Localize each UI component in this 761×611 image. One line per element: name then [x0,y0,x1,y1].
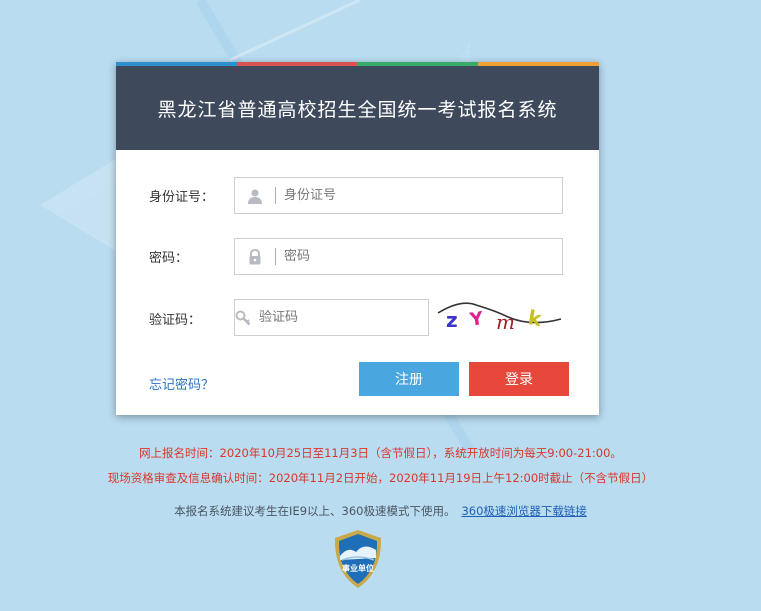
captcha-char: k [526,305,544,331]
captcha-label: 验证码： [149,313,202,328]
id-number-label: 身份证号： [149,190,215,205]
password-label: 密码： [149,251,189,266]
key-icon [235,299,251,336]
browser-tip: 本报名系统建议考生在IE9以上、360极速模式下使用。 360极速浏览器下载链接 [0,503,761,519]
user-icon [235,177,275,214]
captcha-char: z [446,308,458,332]
password-input[interactable] [276,240,562,273]
captcha-char: m [496,310,515,333]
id-number-field[interactable] [234,177,563,214]
captcha-input[interactable] [251,301,431,334]
password-field[interactable] [234,238,563,275]
forgot-password-link[interactable]: 忘记密码？ [149,374,214,393]
review-time-notice: 现场资格审查及信息确认时间：2020年11月2日开始，2020年11月19日上午… [107,471,654,485]
captcha-field[interactable] [234,299,431,336]
public-institution-badge-icon [334,530,382,588]
registration-time-notice: 网上报名时间：2020年10月25日至11月3日（含节假日），系统开放时间为每天… [139,446,622,460]
id-number-input[interactable] [276,179,562,212]
browser-tip-text: 本报名系统建议考生在IE9以上、360极速模式下使用。 [174,504,456,518]
page-title: 黑龙江省普通高校招生全国统一考试报名系统 [116,66,599,150]
badge-label: 事业单位 [342,564,374,573]
captcha-image[interactable]: z Y m k [436,297,562,333]
lock-icon [235,238,275,275]
browser-download-link[interactable]: 360极速浏览器下载链接 [461,504,586,518]
captcha-char: Y [468,308,486,331]
login-panel: 黑龙江省普通高校招生全国统一考试报名系统 身份证号： 密码： 验证码： z Y … [116,62,599,415]
login-button[interactable]: 登录 [469,362,569,396]
register-button[interactable]: 注册 [359,362,459,396]
